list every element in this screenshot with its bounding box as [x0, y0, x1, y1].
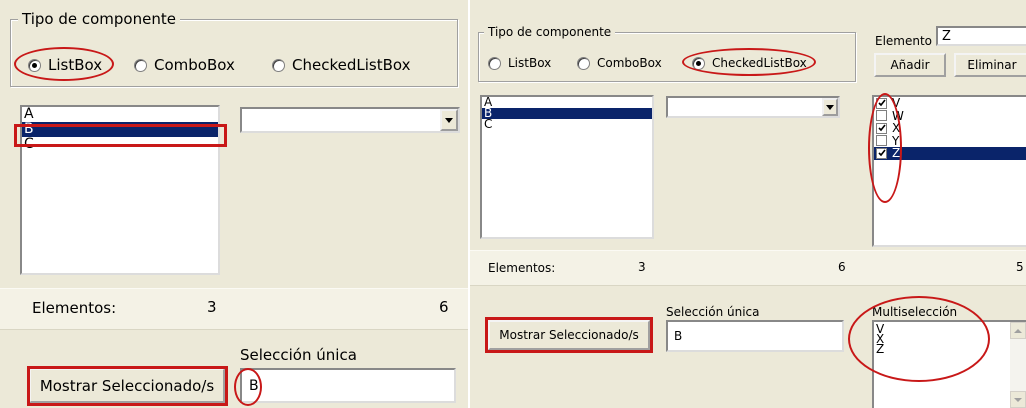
single-selection-field[interactable]: B	[666, 320, 844, 352]
single-selection-label: Selección única	[666, 305, 760, 319]
checkbox-checked-icon	[876, 122, 887, 134]
radio-checkedlistbox-label: CheckedListBox	[292, 56, 411, 74]
checked-list-item-label: Z	[892, 146, 901, 161]
checkbox-checked-icon	[876, 97, 887, 109]
elemento-label: Elemento	[875, 34, 933, 48]
scroll-up-button[interactable]	[1010, 322, 1026, 339]
component-type-group	[10, 19, 458, 87]
chevron-down-icon	[826, 104, 834, 110]
component-type-title: Tipo de componente	[18, 10, 180, 28]
elementos-count-1: 3	[207, 298, 217, 316]
list-item[interactable]: C	[482, 118, 652, 130]
radio-circle-icon	[272, 58, 285, 72]
single-selection-label: Selección única	[240, 346, 357, 364]
radio-circle-icon	[692, 56, 705, 70]
elementos-count-3: 5	[1016, 260, 1024, 274]
listbox[interactable]: A B C	[20, 105, 220, 275]
arrow-up-icon	[1014, 328, 1022, 333]
checked-list-item[interactable]: W	[874, 109, 1026, 123]
list-item[interactable]: B	[22, 122, 218, 137]
single-selection-value: B	[249, 378, 259, 394]
scroll-down-button[interactable]	[1010, 391, 1026, 408]
multi-selection-lines: V X Z	[876, 323, 885, 356]
combobox[interactable]	[666, 96, 840, 118]
left-form-window: Tipo de componente ListBox ComboBox Chec…	[0, 0, 468, 408]
list-item[interactable]: A	[22, 107, 218, 122]
elementos-count-2: 6	[838, 260, 846, 274]
list-item[interactable]: C	[22, 137, 218, 152]
radio-combobox-label: ComboBox	[154, 56, 235, 74]
single-selection-field[interactable]: B	[240, 368, 456, 403]
multi-selection-label: Multiselección	[872, 305, 958, 319]
checkbox-checked-icon	[876, 147, 887, 159]
radio-combobox[interactable]: ComboBox	[134, 56, 235, 74]
add-button[interactable]: Añadir	[874, 53, 946, 77]
elementos-label: Elementos:	[488, 261, 556, 275]
radio-listbox[interactable]: ListBox	[488, 56, 551, 70]
checkbox-empty-icon	[876, 110, 887, 122]
checked-list-item[interactable]: X	[874, 121, 1026, 135]
elemento-value: Z	[942, 29, 951, 44]
combobox-dropdown-button[interactable]	[822, 98, 838, 116]
radio-combobox-label: ComboBox	[597, 56, 662, 70]
radio-listbox-label: ListBox	[48, 56, 103, 74]
radio-combobox[interactable]: ComboBox	[577, 56, 662, 70]
radio-circle-icon	[28, 58, 41, 72]
list-item[interactable]: A	[482, 97, 652, 108]
checkbox-empty-icon	[876, 135, 887, 147]
checked-listbox[interactable]: V W X Y Z	[872, 95, 1026, 247]
remove-button[interactable]: Eliminar	[954, 53, 1026, 77]
component-type-title: Tipo de componente	[484, 25, 616, 39]
arrow-down-icon	[1014, 397, 1022, 402]
radio-listbox-label: ListBox	[508, 56, 552, 70]
radio-checkedlistbox[interactable]: CheckedListBox	[692, 56, 807, 70]
chevron-down-icon	[445, 117, 453, 123]
radio-circle-icon	[488, 56, 501, 70]
show-selected-button[interactable]: Mostrar Seleccionado/s	[29, 368, 225, 403]
right-form-window: Tipo de componente ListBox ComboBox Chec…	[470, 0, 1026, 408]
elemento-field[interactable]: Z	[936, 26, 1026, 46]
listbox[interactable]: A B C	[480, 95, 654, 239]
radio-checkedlistbox[interactable]: CheckedListBox	[272, 56, 410, 74]
radio-circle-icon	[134, 58, 147, 72]
combobox[interactable]	[240, 107, 460, 133]
show-selected-button[interactable]: Mostrar Seleccionado/s	[488, 320, 650, 350]
radio-listbox[interactable]: ListBox	[28, 56, 102, 74]
radio-checkedlistbox-label: CheckedListBox	[712, 56, 807, 70]
checked-list-item[interactable]: Z	[874, 146, 1026, 161]
checked-list-item[interactable]: V	[874, 97, 1026, 110]
elementos-count-1: 3	[638, 260, 646, 274]
combobox-dropdown-button[interactable]	[440, 109, 458, 131]
multi-selection-field[interactable]: V X Z	[872, 320, 1026, 408]
multi-selection-line: Z	[876, 342, 885, 356]
radio-circle-icon	[577, 56, 590, 70]
elementos-label: Elementos:	[32, 299, 117, 317]
single-selection-value: B	[674, 329, 683, 343]
list-item[interactable]: B	[482, 107, 652, 119]
elementos-count-2: 6	[439, 298, 449, 316]
multi-selection-scrollbar[interactable]	[1010, 322, 1026, 408]
checked-list-item[interactable]: Y	[874, 134, 1026, 148]
